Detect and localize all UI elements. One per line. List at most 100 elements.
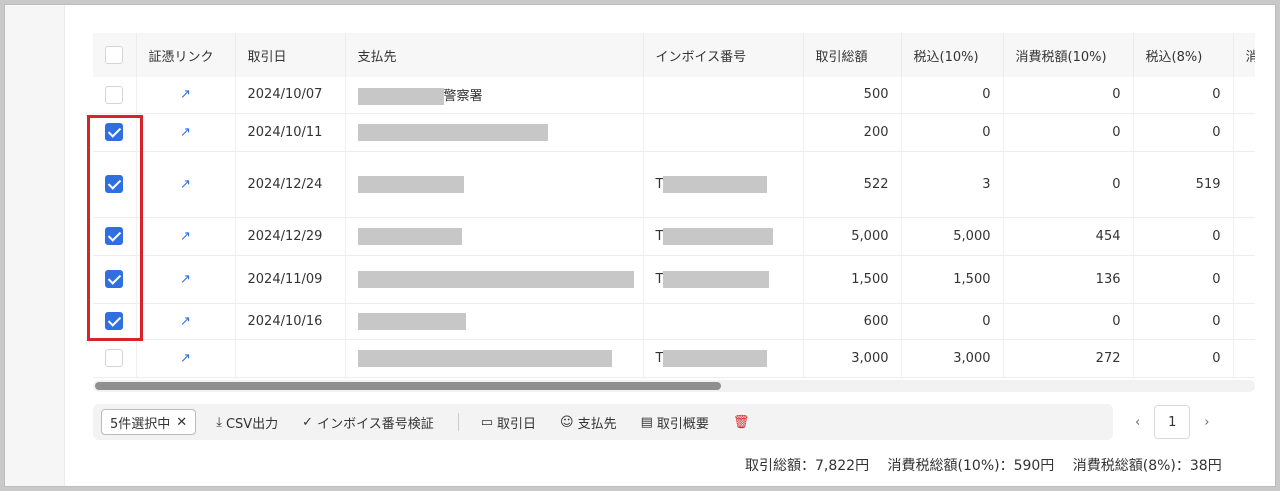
header-incl10[interactable]: 税込(10%) xyxy=(901,33,1004,77)
table-row[interactable]: ↗ 2024/11/09 T 1,500 1,500 136 0 xyxy=(93,255,1255,304)
redacted-text xyxy=(357,227,462,245)
header-truncated[interactable]: 消 xyxy=(1233,33,1255,77)
bulk-action-toolbar: 5件選択中 ✕ ⤓ CSV出力 ✓ インボイス番号検証 ▭ 取引日 ☺ 支払先 … xyxy=(93,404,1113,440)
edit-payee-label: 支払先 xyxy=(577,416,617,432)
incl8-cell: 0 xyxy=(1133,303,1234,340)
incl10-cell: 0 xyxy=(901,303,1004,340)
evidence-link-cell[interactable]: ↗ xyxy=(136,151,236,218)
date-cell: 2024/12/24 xyxy=(235,151,346,218)
header-invoice-number[interactable]: インボイス番号 xyxy=(643,33,804,77)
total-cell: 522 xyxy=(803,151,902,218)
transactions-table-container: 証憑リンク 取引日 支払先 インボイス番号 取引総額 税込(10%) 消費税額(… xyxy=(93,33,1255,388)
external-link-icon[interactable]: ↗ xyxy=(180,87,191,102)
invoice-cell: T xyxy=(643,255,804,304)
table-row[interactable]: ↗ 2024/12/24 T 522 3 0 519 xyxy=(93,151,1255,218)
total-tax10: 消費税総額(10%)：590円 xyxy=(887,458,1055,474)
table-row[interactable]: ↗ 2024/10/07 警察署 500 0 0 0 xyxy=(93,77,1255,114)
row-select-cell[interactable] xyxy=(93,113,137,152)
edit-summary-button[interactable]: ▤ 取引概要 xyxy=(641,413,709,432)
row-select-cell[interactable] xyxy=(93,303,137,340)
current-page-button[interactable]: 1 xyxy=(1154,405,1191,439)
header-tax10[interactable]: 消費税額(10%) xyxy=(1003,33,1134,77)
row-checkbox[interactable] xyxy=(105,123,124,141)
row-checkbox[interactable] xyxy=(105,175,124,193)
total-cell: 500 xyxy=(803,77,902,114)
external-link-icon[interactable]: ↗ xyxy=(180,272,191,287)
row-select-cell[interactable] xyxy=(93,151,137,218)
external-link-icon[interactable]: ↗ xyxy=(180,125,191,140)
header-date[interactable]: 取引日 xyxy=(235,33,346,77)
selected-count-chip: 5件選択中 ✕ xyxy=(101,409,197,435)
incl8-cell: 0 xyxy=(1133,113,1234,152)
row-checkbox[interactable] xyxy=(105,227,124,245)
evidence-link-cell[interactable]: ↗ xyxy=(136,217,236,256)
row-select-cell[interactable] xyxy=(93,217,137,256)
evidence-link-cell[interactable]: ↗ xyxy=(136,255,236,304)
date-cell: 2024/10/07 xyxy=(235,77,346,114)
csv-export-button[interactable]: ⤓ CSV出力 xyxy=(216,413,278,432)
invoice-verify-label: インボイス番号検証 xyxy=(317,416,434,432)
transactions-table: 証憑リンク 取引日 支払先 インボイス番号 取引総額 税込(10%) 消費税額(… xyxy=(93,33,1255,378)
payee-cell xyxy=(345,151,644,218)
tax10-cell: 0 xyxy=(1003,303,1134,340)
tax10-cell: 136 xyxy=(1003,255,1134,304)
table-row[interactable]: ↗ 2024/10/11 200 0 0 0 xyxy=(93,113,1255,152)
evidence-link-cell[interactable]: ↗ xyxy=(136,339,236,378)
prev-page-icon[interactable]: ‹ xyxy=(1135,415,1140,430)
select-all-header[interactable] xyxy=(93,33,137,77)
truncated-cell xyxy=(1233,255,1255,304)
row-checkbox[interactable] xyxy=(105,349,124,367)
redacted-text xyxy=(357,87,444,105)
incl8-cell: 519 xyxy=(1133,151,1234,218)
edit-summary-label: 取引概要 xyxy=(656,416,709,432)
user-icon: ☺ xyxy=(560,414,574,430)
evidence-link-cell[interactable]: ↗ xyxy=(136,113,236,152)
header-payee[interactable]: 支払先 xyxy=(345,33,644,77)
evidence-link-cell[interactable]: ↗ xyxy=(136,303,236,340)
row-select-cell[interactable] xyxy=(93,255,137,304)
header-evidence-link[interactable]: 証憑リンク xyxy=(136,33,236,77)
invoice-prefix: T xyxy=(655,228,664,244)
delete-button[interactable]: 🗑 xyxy=(733,415,750,430)
invoice-prefix: T xyxy=(655,176,664,192)
external-link-icon[interactable]: ↗ xyxy=(180,177,191,192)
horizontal-scrollbar-thumb[interactable] xyxy=(95,382,721,390)
redacted-text xyxy=(357,349,612,367)
truncated-cell xyxy=(1233,303,1255,340)
row-select-cell[interactable] xyxy=(93,77,137,114)
invoice-prefix: T xyxy=(655,271,664,287)
edit-date-button[interactable]: ▭ 取引日 xyxy=(481,413,536,432)
totals-summary: 取引総額：7,822円 消費税総額(10%)：590円 消費税総額(8%)：38… xyxy=(745,455,1236,475)
redacted-text xyxy=(357,270,634,288)
header-total[interactable]: 取引総額 xyxy=(803,33,902,77)
row-checkbox[interactable] xyxy=(105,85,124,104)
date-cell: 2024/10/11 xyxy=(235,113,346,152)
redacted-text xyxy=(663,175,768,193)
table-row[interactable]: ↗ T 3,000 3,000 272 0 xyxy=(93,339,1255,378)
header-incl8[interactable]: 税込(8%) xyxy=(1133,33,1234,77)
external-link-icon[interactable]: ↗ xyxy=(180,314,191,329)
evidence-link-cell[interactable]: ↗ xyxy=(136,77,236,114)
close-icon[interactable]: ✕ xyxy=(176,415,187,430)
invoice-verify-button[interactable]: ✓ インボイス番号検証 xyxy=(302,413,434,432)
total-cell: 1,500 xyxy=(803,255,902,304)
external-link-icon[interactable]: ↗ xyxy=(180,229,191,244)
tax10-cell: 454 xyxy=(1003,217,1134,256)
table-row[interactable]: ↗ 2024/12/29 T 5,000 5,000 454 0 xyxy=(93,217,1255,256)
incl8-cell: 0 xyxy=(1133,339,1234,378)
incl8-cell: 0 xyxy=(1133,77,1234,114)
row-select-cell[interactable] xyxy=(93,339,137,378)
table-row[interactable]: ↗ 2024/10/16 600 0 0 0 xyxy=(93,303,1255,340)
app-frame: 証憑リンク 取引日 支払先 インボイス番号 取引総額 税込(10%) 消費税額(… xyxy=(4,4,1276,487)
payee-cell: 警察署 xyxy=(345,77,644,114)
invoice-cell: T xyxy=(643,151,804,218)
next-page-icon[interactable]: › xyxy=(1204,415,1209,430)
truncated-cell xyxy=(1233,339,1255,378)
external-link-icon[interactable]: ↗ xyxy=(180,351,191,366)
total-cell: 600 xyxy=(803,303,902,340)
row-checkbox[interactable] xyxy=(105,312,124,330)
edit-payee-button[interactable]: ☺ 支払先 xyxy=(560,413,617,432)
truncated-cell xyxy=(1233,217,1255,256)
row-checkbox[interactable] xyxy=(105,270,124,288)
select-all-checkbox[interactable] xyxy=(105,46,124,64)
